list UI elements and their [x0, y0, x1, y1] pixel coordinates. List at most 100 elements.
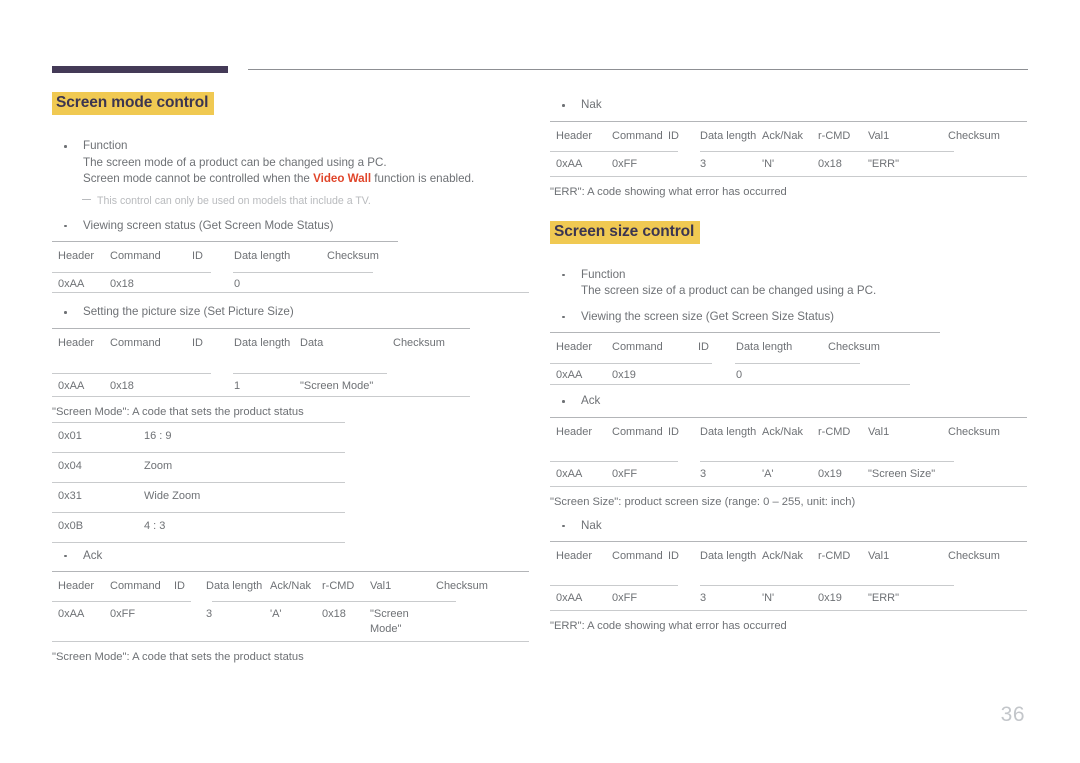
table-row: Header Command ID Data length Checksum — [52, 249, 529, 264]
table-get-screen-size-status: Header Command ID Data length Checksum 0… — [550, 332, 1027, 385]
table-row: Header Command ID Data length Ack/Nak r-… — [52, 579, 529, 594]
col-header-id: ID — [698, 341, 709, 353]
cell-r-cmd: 0x19 — [818, 467, 842, 480]
col-header-command: Command — [612, 425, 663, 438]
table-row: 0xAA 0xFF 3 'A' 0x19 "Screen Size" — [550, 467, 1027, 482]
col-header-command: Command — [612, 550, 663, 562]
col-header-command: Command — [612, 341, 663, 353]
left-column: Screen mode control Function The screen … — [52, 92, 529, 665]
col-header-val1: Val1 — [868, 129, 890, 142]
right-column: Nak Header Command ID Data length Ack/Na… — [550, 92, 1027, 634]
bullet-nak-top: Nak — [550, 97, 1027, 114]
col-header-id: ID — [668, 129, 679, 142]
cell-r-cmd: 0x19 — [818, 592, 842, 604]
col-header-ack-nak: Ack/Nak — [270, 580, 311, 592]
cell-ack-nak: 'N' — [762, 157, 775, 170]
cell-header: 0xAA — [58, 278, 85, 290]
table-row: 0xAA 0xFF 3 'N' 0x18 "ERR" — [550, 157, 1027, 172]
cell-command: 0xFF — [612, 467, 638, 480]
page-title-screen-size-control: Screen size control — [550, 220, 701, 244]
cell-command: 0xFF — [110, 608, 136, 620]
header-accent-bar — [52, 66, 228, 73]
cell-ack-nak: 'A' — [270, 608, 282, 620]
table-ack: Header Command ID Data length Ack/Nak r-… — [52, 571, 529, 642]
col-header-id: ID — [192, 250, 203, 262]
cell-header: 0xAA — [556, 369, 583, 381]
bullet-set-picture-size: Setting the picture size (Set Picture Si… — [52, 304, 529, 321]
table-set-picture-size: Header Command ID Data length Data Check… — [52, 327, 529, 397]
table-row: 0xAA 0xFF 3 'N' 0x19 "ERR" — [550, 591, 1027, 606]
page-number: 36 — [1000, 703, 1025, 726]
table-row: Header Command ID Data length Ack/Nak r-… — [550, 549, 1027, 564]
cell-command: 0x19 — [612, 369, 636, 381]
cell-r-cmd: 0x18 — [818, 157, 842, 170]
col-header-command: Command — [612, 129, 663, 142]
cell-val1: "ERR" — [868, 157, 900, 170]
cell-command: 0x18 — [110, 379, 134, 392]
bullet-function-line2-pre: Screen mode cannot be controlled when th… — [83, 172, 314, 185]
col-header-checksum: Checksum — [436, 580, 488, 592]
cell-name: Zoom — [144, 460, 173, 473]
cell-val1: "Screen Mode" — [370, 608, 409, 635]
col-header-r-cmd: r-CMD — [818, 425, 851, 438]
cell-code: 0x01 — [58, 430, 82, 443]
col-header-command: Command — [110, 580, 161, 592]
cell-data-length: 3 — [700, 592, 707, 604]
table-row: Header Command ID Data length Ack/Nak r-… — [550, 425, 1027, 440]
col-header-header: Header — [556, 425, 593, 438]
caption-nak-top-err: "ERR": A code showing what error has occ… — [550, 185, 787, 198]
col-header-header: Header — [556, 129, 593, 142]
table-nak-bottom: Header Command ID Data length Ack/Nak r-… — [550, 541, 1027, 611]
cell-data-length: 3 — [700, 467, 707, 480]
bullet-function-label: Function — [581, 267, 626, 281]
col-header-data-length: Data length — [234, 336, 291, 349]
col-header-r-cmd: r-CMD — [322, 580, 355, 592]
bullet-function-line2: Screen mode cannot be controlled when th… — [83, 171, 529, 188]
caption-ack-screen-mode: "Screen Mode": A code that sets the prod… — [52, 651, 304, 663]
col-header-id: ID — [668, 425, 679, 438]
bullet-ack: Ack — [52, 548, 529, 565]
table-row: 0xAA 0xFF 3 'A' 0x18 "Screen Mode" — [52, 607, 529, 636]
cell-data-length: 1 — [234, 379, 241, 392]
cell-header: 0xAA — [58, 379, 85, 392]
col-header-id: ID — [192, 336, 203, 349]
col-header-data-length: Data length — [700, 550, 757, 562]
cell-data-length: 3 — [700, 157, 707, 170]
cell-name: Wide Zoom — [144, 490, 201, 503]
header-rule — [248, 69, 1028, 70]
col-header-data-length: Data length — [700, 425, 757, 438]
table-row: 0xAA 0x19 0 — [550, 368, 1027, 383]
bullet-get-screen-mode-status: Viewing screen status (Get Screen Mode S… — [52, 218, 529, 235]
table-screen-mode-codes: 0x01 16 : 9 0x04 Zoom 0x31 Wide Zoom 0x0… — [52, 421, 529, 543]
cell-val1: "Screen Size" — [868, 467, 936, 480]
col-header-val1: Val1 — [868, 550, 890, 562]
caption-screen-mode-code: "Screen Mode": A code that sets the prod… — [52, 405, 304, 418]
cell-data-length: 3 — [206, 608, 213, 620]
col-header-val1: Val1 — [370, 580, 392, 592]
cell-header: 0xAA — [556, 467, 583, 480]
col-header-header: Header — [556, 550, 593, 562]
col-header-header: Header — [58, 580, 95, 592]
col-header-data: Data — [300, 336, 324, 349]
cell-ack-nak: 'A' — [762, 467, 774, 480]
caption-ack-screen-size: "Screen Size": product screen size (rang… — [550, 495, 856, 508]
col-header-r-cmd: r-CMD — [818, 129, 851, 142]
table-row: 0x31 Wide Zoom — [52, 482, 529, 512]
col-header-checksum: Checksum — [327, 250, 379, 262]
col-header-checksum: Checksum — [948, 425, 1000, 438]
page-title-screen-mode-control: Screen mode control — [52, 92, 215, 115]
cell-header: 0xAA — [58, 608, 85, 620]
col-header-id: ID — [174, 580, 185, 592]
col-header-data-length: Data length — [736, 341, 793, 353]
col-header-id: ID — [668, 550, 679, 562]
table-row: 0x0B 4 : 3 — [52, 512, 529, 542]
table-row: Header Command ID Data length Data Check… — [52, 336, 529, 351]
col-header-header: Header — [58, 250, 95, 262]
bullet-function-line1: The screen size of a product can be chan… — [581, 284, 877, 297]
cell-name: 16 : 9 — [144, 430, 172, 443]
table-ack: Header Command ID Data length Ack/Nak r-… — [550, 416, 1027, 487]
col-header-checksum: Checksum — [948, 550, 1000, 562]
cell-val1: "ERR" — [868, 592, 900, 604]
bullet-ack: Ack — [550, 393, 1027, 410]
col-header-checksum: Checksum — [948, 129, 1000, 142]
